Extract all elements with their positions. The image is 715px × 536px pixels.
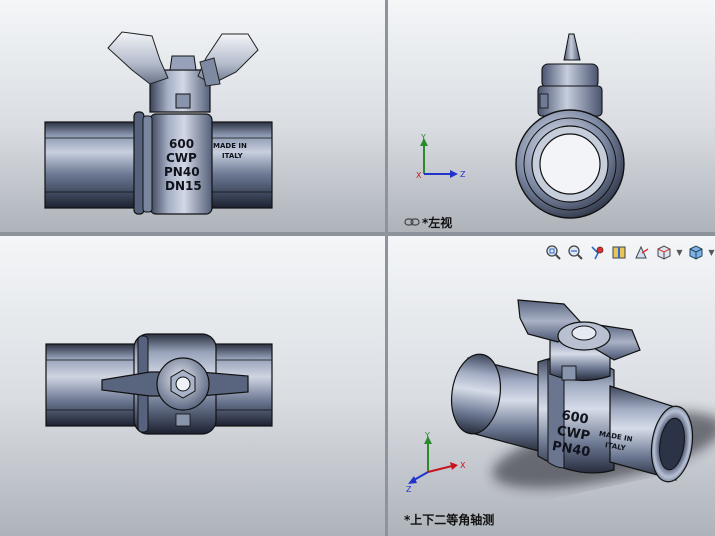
section-view-icon [612,246,626,258]
valve-marking-line-4: DN15 [165,179,202,193]
zoom-to-fit-button[interactable] [544,243,563,262]
view-label-isometric: *上下二等角轴测 [404,513,495,527]
coordinate-triad-iso: Y X Z [406,432,466,492]
display-style-dropdown-icon[interactable]: ▼ [708,248,715,257]
valve-origin-line-1: MADE IN [213,142,247,150]
triad-z-label: Z [460,170,466,179]
link-view-icon[interactable] [404,217,420,227]
valve-marking-line-1: 600 [169,137,194,151]
section-view-button[interactable] [610,243,629,262]
valve-marking-line-2: CWP [166,151,197,165]
view-label-left: *左视 [422,216,453,230]
display-style-button[interactable] [686,243,705,262]
zoom-area-icon [568,244,583,260]
viewport-front[interactable]: 600 CWP PN40 DN15 MADE IN ITALY [0,0,385,232]
ball-valve-left-model[interactable] [388,0,715,232]
ball-valve-top-model[interactable] [0,236,385,536]
valve-marking-line-3: PN40 [164,165,200,179]
zoom-fit-icon [546,244,561,260]
ball-valve-front-model[interactable]: 600 CWP PN40 DN15 MADE IN ITALY [0,0,385,232]
viewport-isometric[interactable]: ▼ ▼ 600 CWP PN40 MADE IN ITALY Y X Z *上下… [388,236,715,536]
triad-iso-z-label: Z [406,485,412,492]
view-orientation-button[interactable] [654,243,673,262]
dynamic-annotation-button[interactable] [632,243,651,262]
view-orientation-icon [657,244,671,260]
triad-iso-y-label: Y [424,432,430,440]
previous-view-button[interactable] [588,243,607,262]
zoom-to-area-button[interactable] [566,243,585,262]
annotation-icon [635,245,649,258]
coordinate-triad: Y X Z [416,133,466,180]
display-style-icon [689,244,703,260]
triad-y-label: Y [420,133,426,142]
triad-iso-x-label: X [460,461,466,470]
previous-view-icon [591,245,604,259]
viewport-left[interactable]: Y X Z *左视 [388,0,715,232]
heads-up-view-toolbar: ▼ ▼ [544,241,715,263]
viewport-top[interactable] [0,236,385,536]
view-orientation-dropdown-icon[interactable]: ▼ [676,248,683,257]
triad-x-label: X [416,171,422,180]
valve-origin-line-2: ITALY [222,152,244,160]
